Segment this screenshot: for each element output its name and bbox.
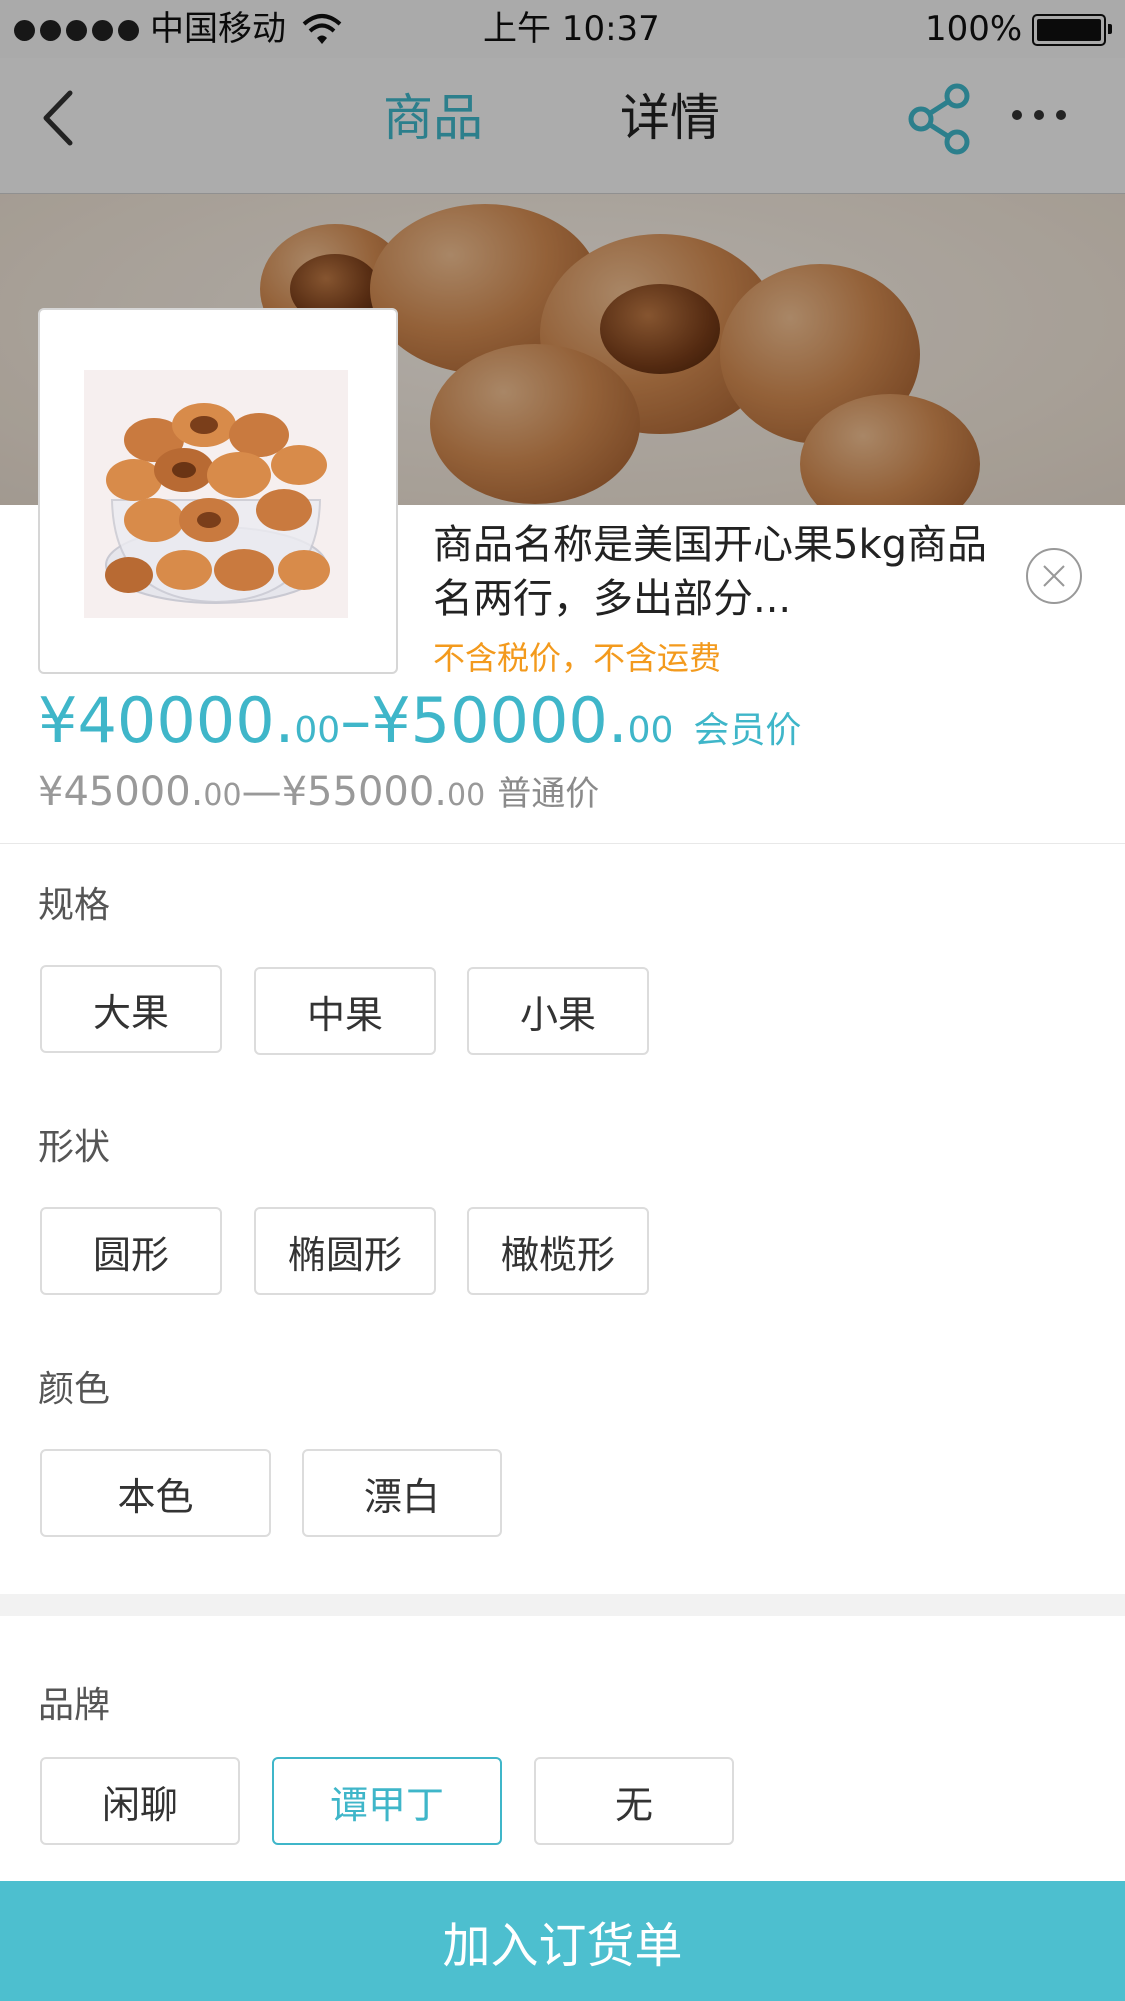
member-price-max: ¥50000. [371,684,628,757]
close-icon[interactable] [1025,547,1083,605]
member-price: ¥40000.00–¥50000.00 会员价 [38,682,801,760]
member-price-label: 会员价 [693,710,802,751]
product-name: 商品名称是美国开心果5kg商品名两行，多出部分... [433,522,988,622]
option-spec-small[interactable]: 小果 [467,967,649,1055]
normal-price-min-decimal: 00 [203,778,242,813]
option-shape-round[interactable]: 圆形 [40,1207,222,1295]
option-shape-olive[interactable]: 橄榄形 [467,1207,649,1295]
option-brand-tanjiading[interactable]: 谭甲丁 [272,1757,502,1845]
divider [0,843,1125,844]
pecan-bowl-image [84,370,348,618]
member-price-max-decimal: 00 [627,710,674,751]
tax-note: 不含税价，不含运费 [433,639,722,677]
option-spec-large[interactable]: 大果 [40,965,222,1053]
option-color-bleached[interactable]: 漂白 [302,1449,502,1537]
section-gap [0,1594,1125,1616]
option-brand-none[interactable]: 无 [534,1757,734,1845]
section-title-color: 颜色 [38,1369,111,1410]
add-to-order-button[interactable]: 加入订货单 [0,1881,1125,2001]
normal-price-max-decimal: 00 [447,778,486,813]
option-shape-oval[interactable]: 椭圆形 [254,1207,436,1295]
member-price-min-decimal: 00 [294,710,341,751]
section-title-shape: 形状 [38,1127,111,1168]
normal-price-min: ¥45000. [38,769,204,815]
member-price-min: ¥40000. [38,684,295,757]
normal-price-label: 普通价 [497,774,600,814]
section-title-brand: 品牌 [38,1685,111,1726]
option-color-natural[interactable]: 本色 [40,1449,271,1537]
option-spec-medium[interactable]: 中果 [254,967,436,1055]
normal-price: ¥45000.00—¥55000.00 普通价 [38,766,599,815]
normal-price-max: ¥55000. [281,769,448,815]
section-title-spec: 规格 [38,885,111,926]
member-price-separator: – [340,684,372,757]
product-thumbnail [38,308,398,674]
option-brand-xianliao[interactable]: 闲聊 [40,1757,240,1845]
normal-price-separator: — [241,769,282,815]
